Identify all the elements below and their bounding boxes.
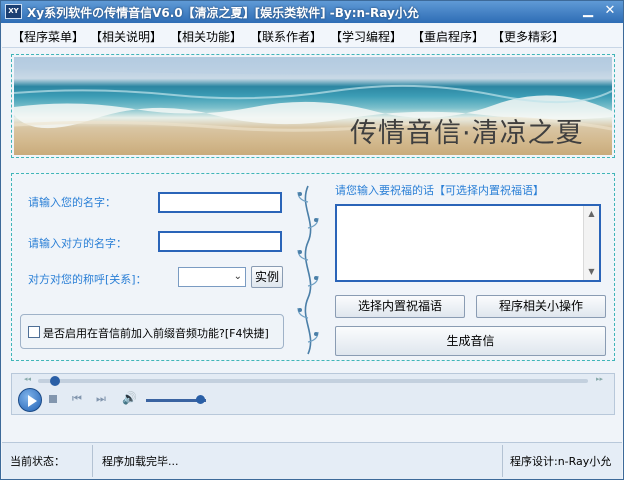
volume-icon[interactable]: 🔊: [122, 391, 137, 405]
previous-track-button[interactable]: ⏮: [72, 392, 82, 406]
window-title: Xy系列软件の传情音信V6.0【清凉之夏】[娱乐类软件] -By:n-Ray小允: [27, 6, 419, 20]
seek-bar[interactable]: [38, 379, 588, 383]
bless-label: 请您输入要祝福的话【可选择内置祝福语】: [335, 184, 544, 197]
status-label: 当前状态：: [10, 455, 65, 468]
audio-prefix-checkbox[interactable]: [28, 326, 40, 338]
title-bar[interactable]: XY Xy系列软件の传情音信V6.0【清凉之夏】[娱乐类软件] -By:n-Ra…: [1, 1, 623, 23]
menu-program[interactable]: 【程序菜单】: [12, 28, 84, 45]
scroll-up-icon[interactable]: ▲: [586, 208, 597, 220]
menu-more[interactable]: 【更多精彩】: [492, 28, 564, 45]
play-button[interactable]: [18, 388, 42, 412]
other-name-input[interactable]: [158, 231, 282, 252]
chevron-down-icon: ⌄: [233, 271, 242, 282]
banner-frame: 传情音信·清凉之夏: [11, 54, 615, 158]
app-icon: XY: [5, 4, 22, 19]
designer-credit: 程序设计:n-Ray小允: [510, 455, 612, 468]
program-ops-button[interactable]: 程序相关小操作: [476, 295, 606, 318]
menu-learn-programming[interactable]: 【学习编程】: [330, 28, 402, 45]
status-divider: [92, 445, 93, 477]
stop-button[interactable]: [49, 395, 57, 403]
banner-title: 传情音信·清凉之夏: [350, 118, 584, 149]
example-button[interactable]: 实例: [251, 266, 283, 288]
bless-textarea[interactable]: ▲ ▼: [335, 204, 601, 282]
main-panel: 请输入您的名字： 请输入对方的名字： 对方对您的称呼[关系]： ⌄ 实例 是否启…: [11, 173, 615, 361]
scroll-down-icon[interactable]: ▼: [586, 266, 597, 278]
bless-scrollbar[interactable]: ▲ ▼: [583, 206, 599, 280]
your-name-label: 请输入您的名字：: [28, 196, 116, 209]
app-window: XY Xy系列软件の传情音信V6.0【清凉之夏】[娱乐类软件] -By:n-Ra…: [0, 0, 624, 480]
status-bar: 当前状态： 程序加载完毕... 程序设计:n-Ray小允: [2, 442, 622, 479]
menu-bar: 【程序菜单】 【相关说明】 【相关功能】 【联系作者】 【学习编程】 【重启程序…: [2, 24, 622, 48]
play-icon: [28, 395, 37, 407]
close-button[interactable]: ✕: [601, 3, 619, 20]
menu-contact-author[interactable]: 【联系作者】: [250, 28, 322, 45]
choose-bless-button[interactable]: 选择内置祝福语: [335, 295, 465, 318]
audio-option-group: 是否启用在音信前加入前缀音频功能?[F4快捷]: [20, 314, 284, 349]
seek-back-icon: ◂◂: [24, 375, 32, 383]
next-track-button[interactable]: ⏭: [96, 392, 106, 406]
audio-option-label: 是否启用在音信前加入前缀音频功能?[F4快捷]: [43, 327, 269, 340]
other-name-label: 请输入对方的名字：: [28, 237, 127, 250]
your-name-input[interactable]: [158, 192, 282, 213]
menu-instructions[interactable]: 【相关说明】: [90, 28, 162, 45]
minimize-button[interactable]: ▁: [579, 3, 597, 20]
generate-button[interactable]: 生成音信: [335, 326, 606, 356]
relation-label: 对方对您的称呼[关系]：: [28, 273, 147, 286]
seek-forward-icon: ▸▸: [596, 375, 604, 383]
menu-restart[interactable]: 【重启程序】: [412, 28, 484, 45]
menu-functions[interactable]: 【相关功能】: [170, 28, 242, 45]
vine-decoration-icon: [297, 185, 319, 355]
status-divider: [502, 445, 503, 477]
beach-banner-image: 传情音信·清凉之夏: [14, 57, 612, 155]
seek-handle[interactable]: [49, 376, 60, 386]
relation-select[interactable]: ⌄: [178, 267, 246, 287]
status-value: 程序加载完毕...: [102, 455, 179, 468]
media-player: ◂◂ ▸▸ ⏮ ⏭ 🔊: [11, 373, 615, 415]
volume-handle[interactable]: [196, 395, 205, 404]
